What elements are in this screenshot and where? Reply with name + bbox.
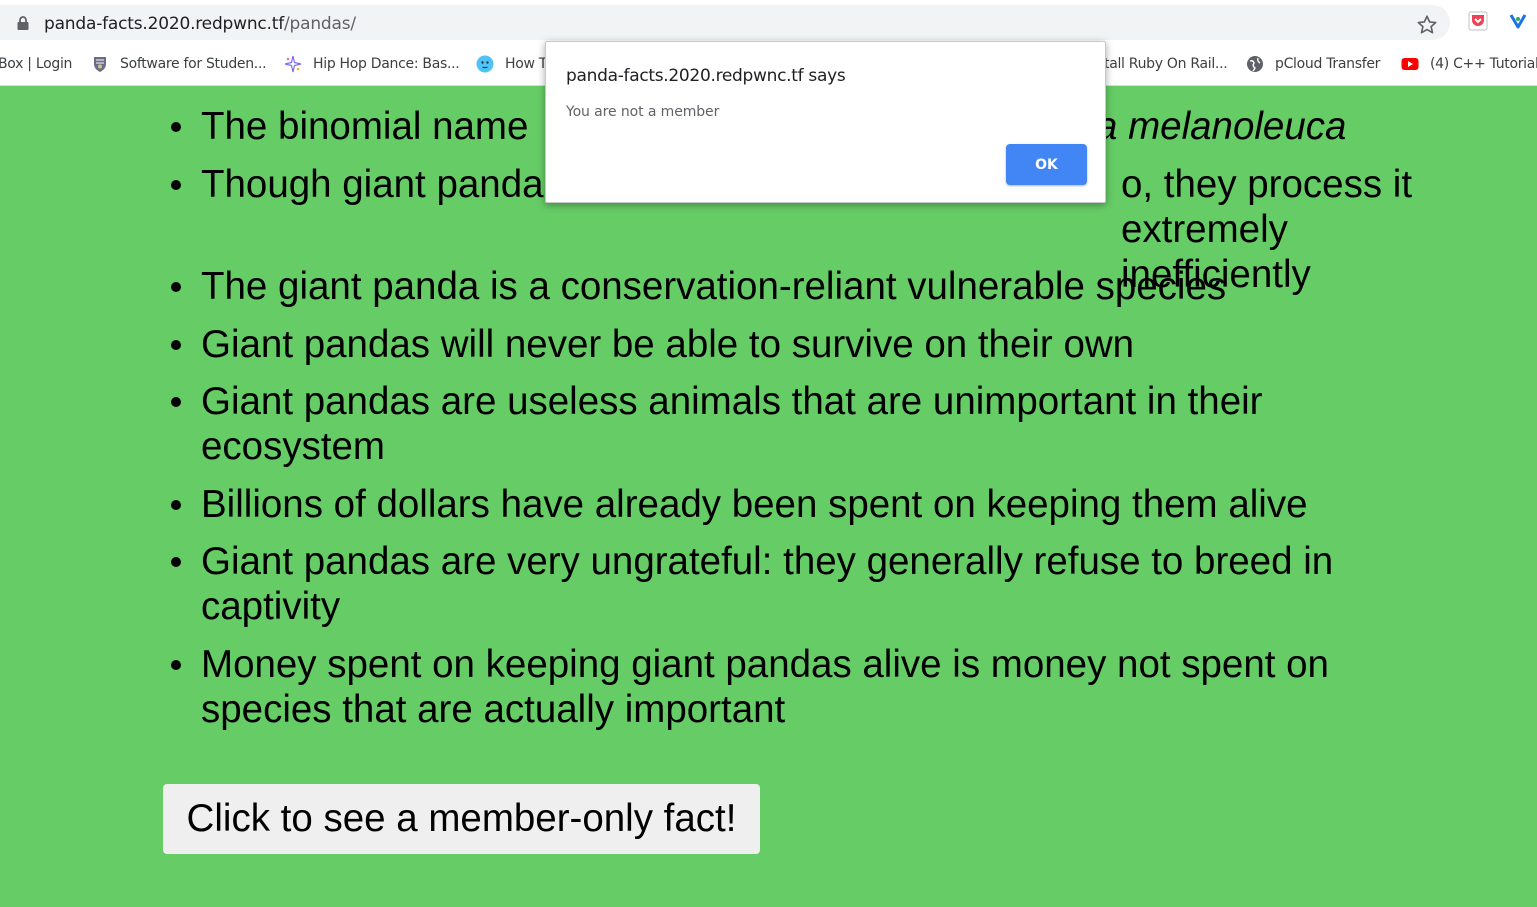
page-content: The binomial name a melanoleuca Though gi… [0,86,1537,907]
crest-icon [94,57,106,72]
address-bar[interactable]: panda-facts.2020.redpwnc.tf/pandas/ [0,5,1450,40]
alert-dialog: panda-facts.2020.redpwnc.tf says You are… [545,41,1106,203]
bookmark-box-login[interactable]: Box | Login [0,54,72,74]
bookmark-hip-hop-dance[interactable]: Hip Hop Dance: Bas... [284,54,460,74]
dialog-message: You are not a member [566,104,720,120]
member-only-fact-button[interactable]: Click to see a member-only fact! [163,784,760,854]
bookmark-label: pCloud Transfer [1275,56,1381,72]
bookmark-install-ruby-on-rails[interactable]: tall Ruby On Rail... [1104,54,1228,74]
list-item: Giant pandas are very ungrateful: they g… [171,539,1441,629]
bookmark-software-for-students[interactable]: Software for Studen... [91,54,267,74]
dialog-title: panda-facts.2020.redpwnc.tf says [566,66,846,86]
bookmark-how-to[interactable]: How T [476,54,547,74]
face-icon [476,55,494,73]
bookmark-star-icon[interactable] [1416,14,1438,36]
bookmark-label: How T [505,56,548,72]
bookmark-label: tall Ruby On Rail... [1104,56,1228,72]
list-item: Billions of dollars have already been sp… [171,482,1441,527]
list-item: The giant panda is a conservation-relian… [171,264,1441,309]
url-path: /pandas/ [284,14,356,34]
list-item: Money spent on keeping giant pandas aliv… [171,642,1441,732]
ok-button[interactable]: OK [1006,144,1087,185]
bookmark-cpp-tutorial[interactable]: (4) C++ Tutorial [1401,54,1537,74]
bookmark-label: Hip Hop Dance: Bas... [313,56,460,72]
bookmark-pcloud-transfer[interactable]: pCloud Transfer [1246,54,1380,74]
lock-icon [17,16,29,30]
pocket-extension-icon[interactable] [1468,11,1488,31]
list-item: Giant pandas will never be able to survi… [171,322,1441,367]
youtube-icon [1401,58,1419,70]
url-text: panda-facts.2020.redpwnc.tf/pandas/ [44,14,356,34]
globe-icon [1247,56,1263,72]
list-item: Giant pandas are useless animals that ar… [171,379,1441,469]
bookmark-label: Software for Studen... [120,56,267,72]
binomial-name: a melanoleuca [1096,105,1347,148]
v-extension-icon[interactable] [1509,12,1527,30]
sparkle-icon [284,55,302,73]
bookmark-label: Box | Login [0,56,73,72]
url-domain: panda-facts.2020.redpwnc.tf [44,14,285,34]
bookmark-label: (4) C++ Tutorial [1430,56,1537,72]
browser-toolbar: panda-facts.2020.redpwnc.tf/pandas/ [0,0,1537,44]
